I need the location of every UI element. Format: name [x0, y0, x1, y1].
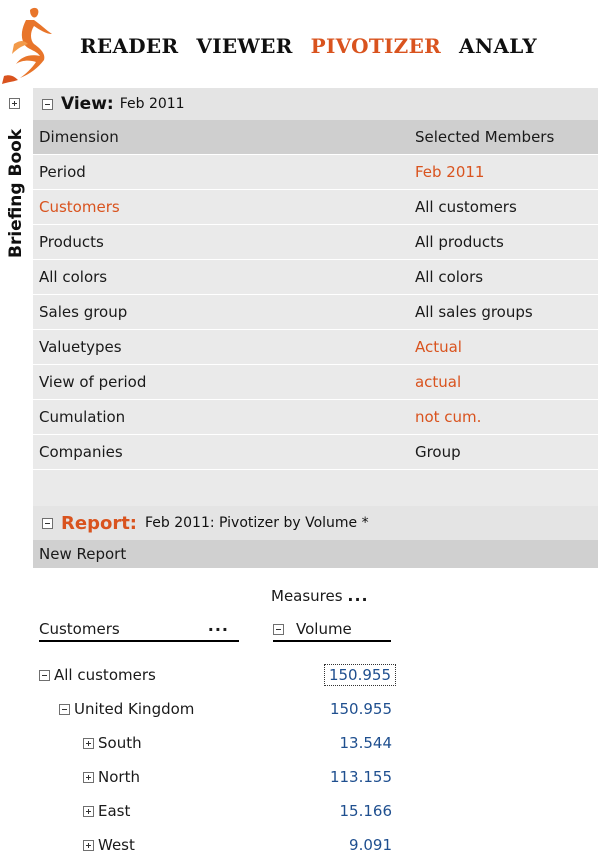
dimension-cell: Customers	[39, 198, 120, 216]
table-row[interactable]: Period Feb 2011	[33, 155, 598, 190]
member-cell[interactable]: All sales groups	[415, 303, 598, 321]
dimension-cell: View of period	[39, 373, 147, 391]
table-row[interactable]: Customers All customers	[33, 190, 598, 225]
dimension-cell: Cumulation	[39, 408, 126, 426]
pivot-table: Measures ... Customers ... Volume All cu…	[33, 568, 598, 854]
table-row[interactable]: West 9.091	[33, 828, 598, 862]
table-row[interactable]: United Kingdom 150.955	[33, 692, 598, 726]
view-section-header: View: Feb 2011	[33, 88, 598, 120]
volume-header[interactable]: Volume	[273, 620, 391, 642]
table-row[interactable]: View of period actual	[33, 365, 598, 400]
table-header-row: Dimension Selected Members	[33, 120, 598, 155]
dimension-cell: Sales group	[39, 303, 128, 321]
top-navigation: READER VIEWER PIVOTIZER ANALY	[0, 0, 598, 88]
member-cell[interactable]: actual	[415, 373, 598, 391]
measures-header[interactable]: Measures ...	[271, 586, 369, 605]
member-cell[interactable]: Group	[415, 443, 598, 461]
table-row[interactable]: Products All products	[33, 225, 598, 260]
expand-node-icon[interactable]	[83, 771, 94, 783]
value-cell[interactable]: 9.091	[349, 836, 392, 854]
table-row[interactable]: Cumulation not cum.	[33, 400, 598, 435]
runner-logo-icon	[2, 7, 52, 84]
collapse-node-icon[interactable]	[59, 703, 70, 715]
expand-node-icon[interactable]	[83, 737, 94, 749]
table-row[interactable]: Companies Group	[33, 435, 598, 470]
expand-briefing-book-icon[interactable]	[9, 98, 20, 109]
value-cell[interactable]: 13.544	[340, 734, 393, 752]
table-row[interactable]: South 13.544	[33, 726, 598, 760]
view-title: View:	[61, 94, 114, 114]
table-row[interactable]: All colors All colors	[33, 260, 598, 295]
table-row[interactable]: Valuetypes Actual	[33, 330, 598, 365]
value-cell-selected[interactable]: 150.955	[323, 664, 396, 686]
view-subtitle: Feb 2011	[119, 96, 185, 112]
value-cell[interactable]: 113.155	[330, 768, 392, 786]
row-label[interactable]: United Kingdom	[74, 700, 194, 718]
briefing-book-label[interactable]: Briefing Book	[6, 129, 26, 258]
customers-more-button[interactable]: ...	[208, 616, 229, 635]
dimension-cell: Companies	[39, 443, 123, 461]
value-cell[interactable]: 150.955	[330, 700, 392, 718]
report-section-header: Report: Feb 2011: Pivotizer by Volume *	[33, 506, 598, 540]
report-title: Report:	[61, 512, 137, 534]
member-cell[interactable]: All colors	[415, 268, 598, 286]
main-panel: View: Feb 2011 Dimension Selected Member…	[33, 88, 598, 854]
row-label[interactable]: North	[98, 768, 140, 786]
dimension-cell: Valuetypes	[39, 338, 122, 356]
dimension-cell: All colors	[39, 268, 108, 286]
dimension-table: Dimension Selected Members Period Feb 20…	[33, 120, 598, 510]
new-report-bar: New Report	[33, 540, 598, 568]
measures-label: Measures	[271, 587, 343, 605]
row-label[interactable]: South	[98, 734, 142, 752]
member-cell[interactable]: Actual	[415, 338, 598, 356]
collapse-report-icon[interactable]	[42, 517, 53, 529]
table-row[interactable]: Sales group All sales groups	[33, 295, 598, 330]
nav-viewer[interactable]: VIEWER	[196, 34, 292, 58]
nav-reader[interactable]: READER	[80, 34, 178, 58]
measures-more-button[interactable]: ...	[347, 586, 368, 605]
customers-label: Customers	[39, 620, 120, 638]
dimension-cell: Products	[39, 233, 104, 251]
column-header-selected-members: Selected Members	[414, 128, 555, 146]
nav-analyzer[interactable]: ANALY	[459, 34, 537, 58]
row-label[interactable]: East	[98, 802, 130, 820]
row-label[interactable]: All customers	[54, 666, 156, 684]
table-row[interactable]: All customers 150.955	[33, 658, 598, 692]
collapse-node-icon[interactable]	[39, 669, 50, 681]
value-cell[interactable]: 15.166	[340, 802, 393, 820]
member-cell[interactable]: Feb 2011	[415, 163, 598, 181]
expand-node-icon[interactable]	[83, 839, 94, 851]
member-cell[interactable]: All products	[415, 233, 598, 251]
volume-label: Volume	[296, 620, 352, 638]
collapse-view-icon[interactable]	[42, 98, 53, 110]
row-label[interactable]: West	[98, 836, 135, 854]
table-row[interactable]: East 15.166	[33, 794, 598, 828]
table-row[interactable]: North 113.155	[33, 760, 598, 794]
main-menu: READER VIEWER PIVOTIZER ANALY	[80, 34, 537, 58]
new-report-label[interactable]: New Report	[33, 545, 126, 563]
dimension-cell: Period	[39, 163, 86, 181]
nav-pivotizer[interactable]: PIVOTIZER	[311, 34, 441, 58]
member-cell[interactable]: All customers	[415, 198, 598, 216]
collapse-volume-icon[interactable]	[273, 623, 284, 635]
member-cell[interactable]: not cum.	[415, 408, 598, 426]
report-subtitle: Feb 2011: Pivotizer by Volume *	[145, 515, 369, 531]
customers-header[interactable]: Customers ...	[39, 616, 239, 642]
column-header-dimension: Dimension	[39, 128, 119, 146]
table-filler	[33, 470, 598, 510]
expand-node-icon[interactable]	[83, 805, 94, 817]
